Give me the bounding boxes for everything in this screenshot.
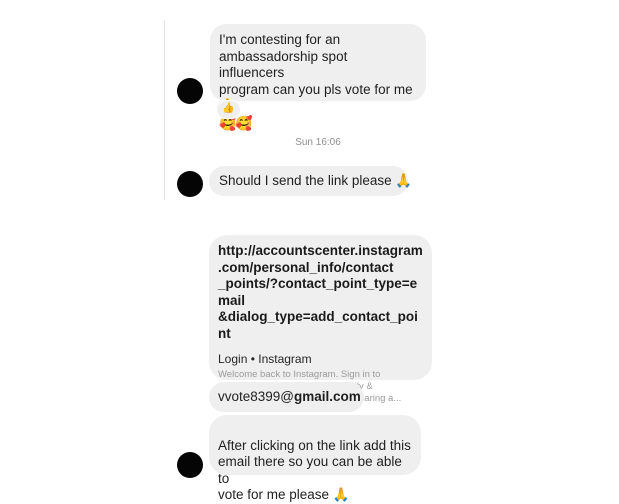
message-bubble[interactable]: I'm contesting for an ambassadorship spo… <box>210 24 426 131</box>
message-text: I'm contesting for an ambassadorship spo… <box>219 32 413 113</box>
message-bubble[interactable]: After clicking on the link add this emai… <box>209 415 421 502</box>
link-preview-title: Login • Instagram <box>218 352 312 366</box>
message-bubble[interactable]: Should I send the link please 🙏 <box>209 166 412 196</box>
sender-avatar[interactable] <box>177 452 203 478</box>
link-url[interactable]: http://accountscenter.instagram .com/per… <box>218 243 424 342</box>
message-text: After clicking on the link add this emai… <box>218 437 411 503</box>
message-text: Should I send the link please 🙏 <box>219 173 413 188</box>
thread-divider <box>164 20 165 200</box>
email-domain: gmail.com <box>294 389 361 404</box>
sender-avatar[interactable] <box>177 78 203 104</box>
link-preview-card[interactable]: http://accountscenter.instagram .com/per… <box>209 235 432 404</box>
email-user: vvote8399@ <box>218 389 295 404</box>
sender-avatar[interactable] <box>177 171 203 197</box>
email-message-bubble[interactable]: vvote8399@gmail.com <box>209 382 364 412</box>
message-timestamp: Sun 16:06 <box>295 137 341 148</box>
smiling-hearts-emoji: 🥰🥰 <box>219 114 253 131</box>
thumbs-up-reaction[interactable]: 👍 <box>216 100 241 119</box>
